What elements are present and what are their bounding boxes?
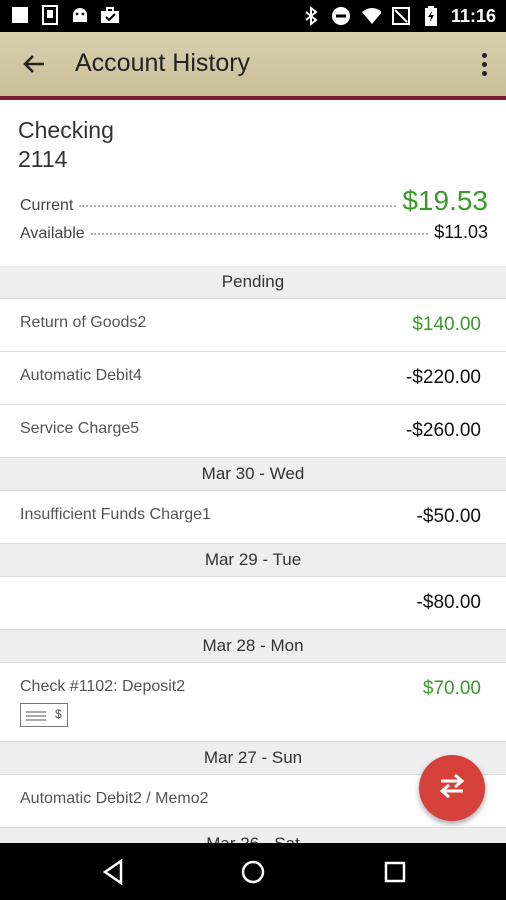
status-bar: 11:16 <box>0 0 506 32</box>
dotted-leader <box>90 233 429 235</box>
current-balance: $19.53 <box>402 185 488 216</box>
arrow-back-icon[interactable] <box>16 46 52 82</box>
section-header: Mar 29 - Tue <box>0 544 506 577</box>
recents-square-icon[interactable] <box>380 857 410 887</box>
available-balance: $11.03 <box>434 222 488 242</box>
bluetooth-icon <box>301 6 321 26</box>
transaction-description: Service Charge5 <box>20 420 140 437</box>
app-bar: Account History <box>0 32 506 96</box>
transaction-row[interactable]: Service Charge5 -$260.00 <box>0 405 506 458</box>
account-number: 2114 <box>18 146 68 172</box>
svg-text:$: $ <box>55 707 62 721</box>
transaction-row[interactable]: Check #1102: Deposit2 $70.00 $ <box>0 663 506 742</box>
no-sim-icon <box>391 6 411 26</box>
available-balance-row: Available $11.03 <box>20 222 488 243</box>
account-name: Checking <box>18 117 114 143</box>
home-circle-icon[interactable] <box>238 857 268 887</box>
transaction-description: Automatic Debit2 / Memo2 <box>20 790 209 807</box>
back-triangle-icon[interactable] <box>98 857 128 887</box>
sim-icon <box>40 5 60 25</box>
transaction-row[interactable]: Insufficient Funds Charge1 -$50.00 <box>0 491 506 544</box>
account-summary: Checking 2114 Current $19.53 Available $… <box>0 100 506 267</box>
section-header: Pending <box>0 266 506 299</box>
transaction-description: Automatic Debit4 <box>20 367 142 384</box>
check-image-icon[interactable]: $ <box>20 703 68 727</box>
dotted-leader <box>79 205 397 207</box>
transaction-row[interactable]: Automatic Debit4 -$220.00 <box>0 352 506 405</box>
transfer-arrows-icon <box>437 773 467 804</box>
transaction-amount: -$50.00 <box>416 506 481 527</box>
square-icon <box>10 5 30 25</box>
clock: 11:16 <box>450 6 496 26</box>
page-title: Account History <box>75 49 251 77</box>
briefcase-icon <box>100 5 120 25</box>
android-icon <box>70 5 90 25</box>
navigation-bar <box>0 843 506 900</box>
current-balance-row: Current $19.53 <box>20 185 488 217</box>
do-not-disturb-icon <box>331 6 351 26</box>
transaction-description: Check #1102: Deposit2 <box>20 678 186 695</box>
transaction-amount: $140.00 <box>412 314 481 335</box>
transaction-description: Return of Goods2 <box>20 314 147 331</box>
transfer-button[interactable] <box>419 755 485 821</box>
transaction-amount: -$80.00 <box>416 592 481 613</box>
battery-charging-icon <box>421 6 441 26</box>
wifi-icon <box>361 6 381 26</box>
available-label: Available <box>20 225 85 242</box>
section-header: Mar 30 - Wed <box>0 458 506 491</box>
transaction-row[interactable]: -$80.00 <box>0 577 506 630</box>
transaction-amount: $70.00 <box>422 678 481 699</box>
more-vert-icon[interactable] <box>474 48 494 80</box>
transaction-amount: -$260.00 <box>405 420 481 441</box>
transaction-amount: -$220.00 <box>405 367 481 388</box>
current-label: Current <box>20 197 74 214</box>
transaction-row[interactable]: Return of Goods2 $140.00 <box>0 299 506 352</box>
transaction-description: Insufficient Funds Charge1 <box>20 506 211 523</box>
section-header: Mar 28 - Mon <box>0 630 506 663</box>
